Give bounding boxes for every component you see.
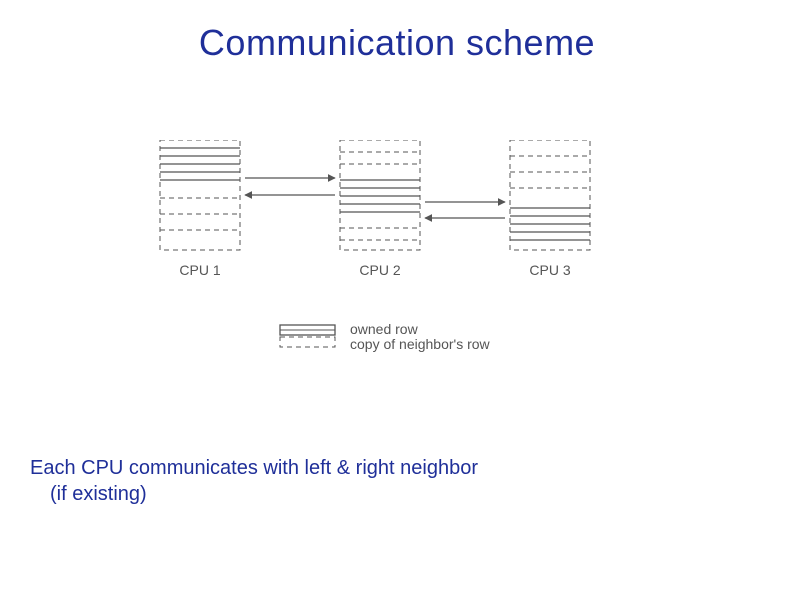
body-text: Each CPU communicates with left & right …: [30, 455, 478, 507]
legend: [280, 325, 335, 347]
slide: Communication scheme: [0, 0, 794, 595]
body-line-2: (if existing): [30, 481, 478, 507]
communication-diagram: CPU 1 CPU 2: [150, 140, 620, 420]
body-line-1: Each CPU communicates with left & right …: [30, 455, 478, 481]
slide-title: Communication scheme: [0, 22, 794, 64]
cpu3-label: CPU 3: [529, 262, 570, 278]
legend-owned-label: owned row: [350, 321, 419, 337]
cpu2-label: CPU 2: [359, 262, 400, 278]
cpu2-block: [340, 140, 420, 250]
legend-copy-label: copy of neighbor's row: [350, 336, 491, 352]
cpu1-label: CPU 1: [179, 262, 220, 278]
cpu1-block: [160, 140, 240, 250]
cpu3-block: [510, 140, 590, 250]
